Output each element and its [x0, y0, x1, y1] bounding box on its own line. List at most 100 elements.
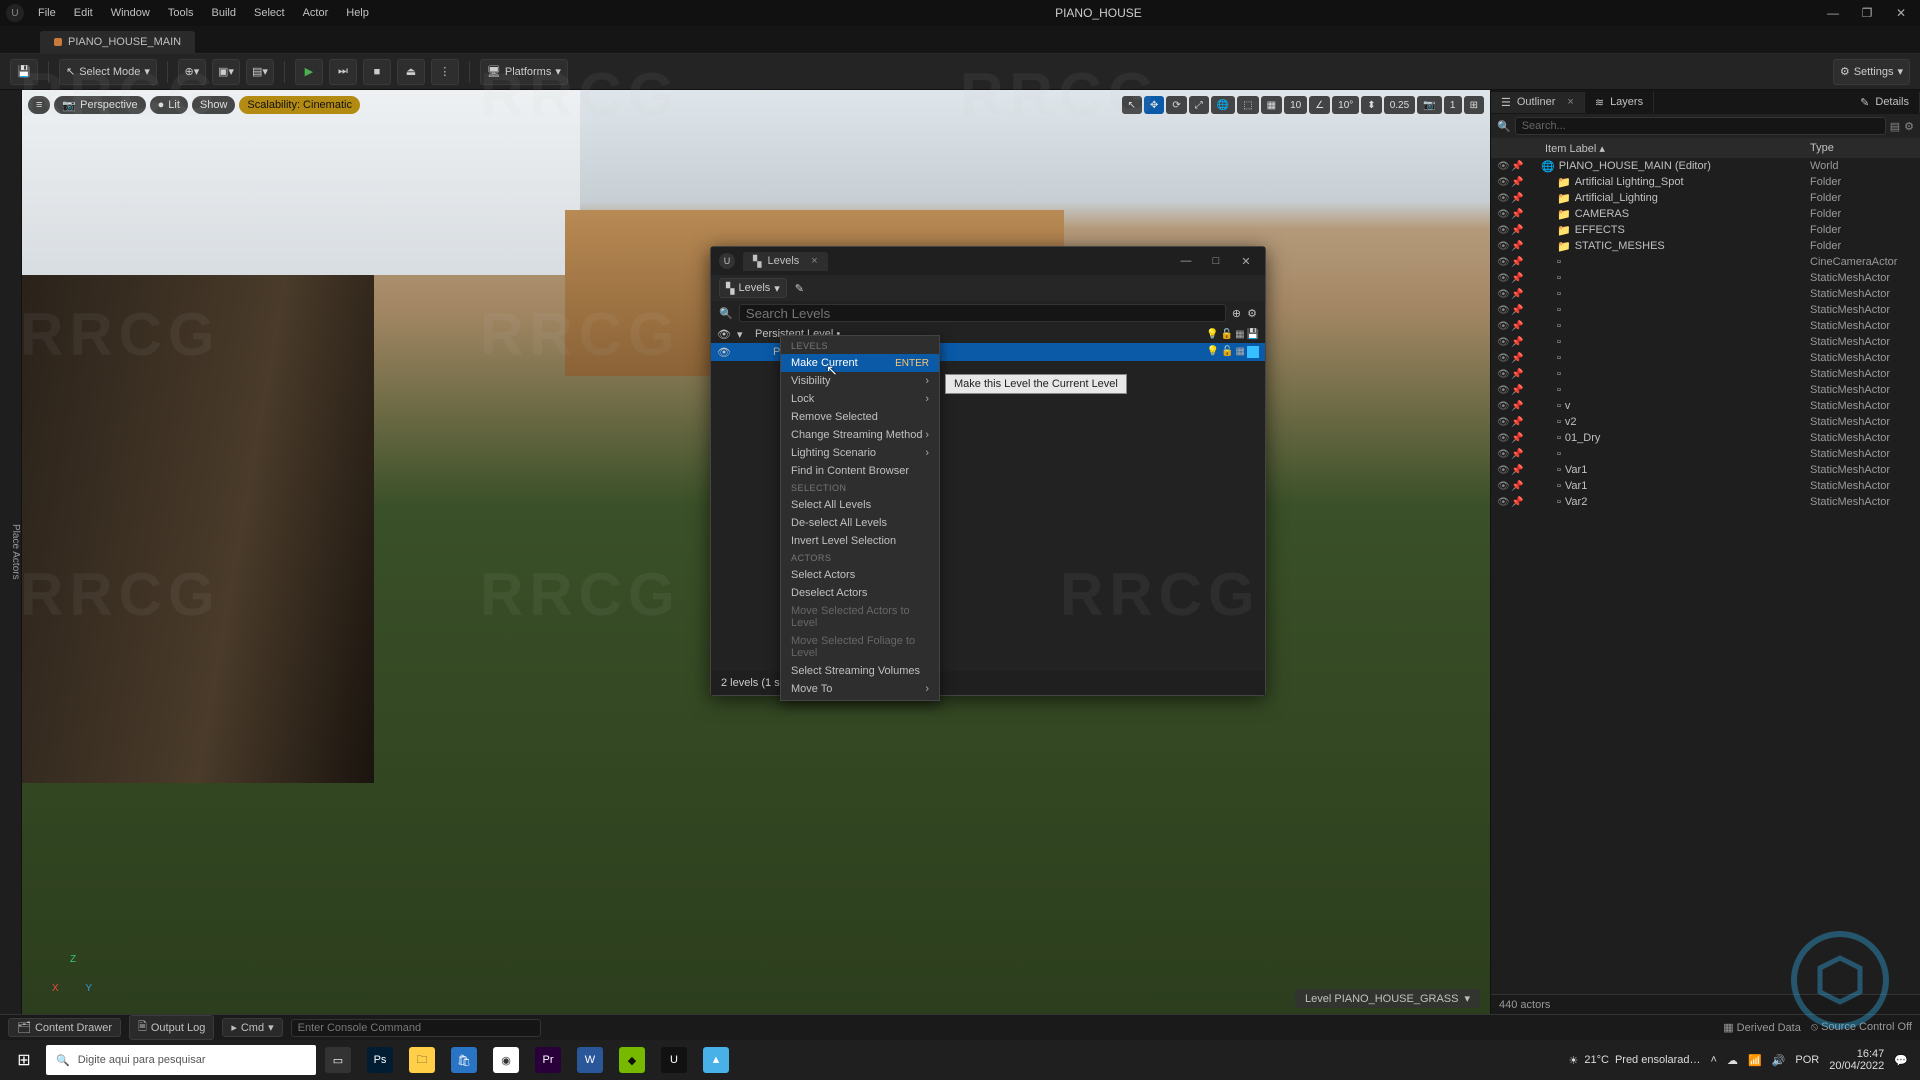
tab-layers[interactable]: ≋Layers	[1585, 92, 1654, 113]
menu-actor[interactable]: Actor	[295, 3, 337, 23]
filter-icon[interactable]: ▤	[1890, 120, 1900, 133]
pin-icon[interactable]: 📌	[1511, 161, 1525, 172]
visibility-icon[interactable]: 👁	[1497, 497, 1511, 508]
viewport-maximize-button[interactable]: ⊞	[1464, 96, 1484, 114]
pin-icon[interactable]: 📌	[1511, 273, 1525, 284]
menu-edit[interactable]: Edit	[66, 3, 101, 23]
pin-icon[interactable]: 📌	[1511, 401, 1525, 412]
sequencer-button[interactable]: ▤▾	[246, 59, 274, 85]
ctx-remove-selected[interactable]: Remove Selected	[781, 408, 939, 426]
pin-icon[interactable]: 📌	[1511, 433, 1525, 444]
outliner-row[interactable]: 👁📌🌐PIANO_HOUSE_MAIN (Editor)World	[1491, 158, 1920, 174]
viewport-scalability-chip[interactable]: Scalability: Cinematic	[239, 96, 360, 114]
camera-speed-button[interactable]: 📷	[1417, 96, 1441, 114]
taskbar-app-nvidia[interactable]: ◆	[612, 1040, 652, 1080]
visibility-icon[interactable]: 👁	[1497, 177, 1511, 188]
place-actors-tab[interactable]: Place Actors	[0, 90, 22, 1014]
outliner-row[interactable]: 👁📌📁Artificial Lighting_SpotFolder	[1491, 174, 1920, 190]
play-options-button[interactable]: ⋮	[431, 59, 459, 85]
console-command-input[interactable]: Enter Console Command	[291, 1019, 541, 1037]
visibility-icon[interactable]: 👁	[1497, 161, 1511, 172]
outliner-row[interactable]: 👁📌▫StaticMeshActor	[1491, 286, 1920, 302]
eject-button[interactable]: ⏏	[397, 59, 425, 85]
ctx-make-current[interactable]: Make CurrentENTER	[781, 354, 939, 372]
menu-build[interactable]: Build	[204, 3, 244, 23]
visibility-icon[interactable]: 👁	[1497, 481, 1511, 492]
visibility-icon[interactable]: 👁	[717, 328, 731, 341]
pin-icon[interactable]: 📌	[1511, 449, 1525, 460]
outliner-search-input[interactable]: Search...	[1515, 117, 1886, 135]
outliner-row[interactable]: 👁📌▫Var1StaticMeshActor	[1491, 462, 1920, 478]
visibility-icon[interactable]: 👁	[1497, 449, 1511, 460]
ctx-select-all-levels[interactable]: Select All Levels	[781, 496, 939, 514]
grid-icon[interactable]: ▦	[1235, 329, 1244, 340]
viewport-menu-button[interactable]: ≡	[28, 96, 50, 114]
visibility-icon[interactable]: 👁	[1497, 465, 1511, 476]
visibility-icon[interactable]: 👁	[1497, 385, 1511, 396]
outliner-row[interactable]: 👁📌📁EFFECTSFolder	[1491, 222, 1920, 238]
visibility-icon[interactable]: 👁	[1497, 417, 1511, 428]
outliner-row[interactable]: 👁📌▫Var1StaticMeshActor	[1491, 478, 1920, 494]
outliner-row[interactable]: 👁📌▫StaticMeshActor	[1491, 350, 1920, 366]
visibility-icon[interactable]: 👁	[1497, 289, 1511, 300]
visibility-icon[interactable]: 👁	[1497, 257, 1511, 268]
taskbar-app-photoshop[interactable]: Ps	[360, 1040, 400, 1080]
tray-chevron-icon[interactable]: ˄	[1711, 1054, 1717, 1066]
menu-select[interactable]: Select	[246, 3, 293, 23]
bulb-icon[interactable]: 💡	[1206, 329, 1218, 340]
add-content-button[interactable]: ⊕▾	[178, 59, 206, 85]
visibility-icon[interactable]: 👁	[1497, 321, 1511, 332]
tray-wifi-icon[interactable]: 📶	[1748, 1054, 1762, 1067]
close-icon[interactable]: ×	[1567, 96, 1573, 108]
edit-icon[interactable]: ✎	[795, 282, 804, 295]
scale-snap-button[interactable]: ⬍	[1361, 96, 1381, 114]
taskbar-app-explorer[interactable]: 🗀	[402, 1040, 442, 1080]
gear-icon[interactable]: ⚙	[1247, 307, 1257, 320]
visibility-icon[interactable]: 👁	[1497, 433, 1511, 444]
pin-icon[interactable]: 📌	[1511, 305, 1525, 316]
bulb-icon[interactable]: 💡	[1207, 346, 1219, 358]
transform-scale-button[interactable]: ⤢	[1189, 96, 1209, 114]
viewport-perspective-button[interactable]: 📷Perspective	[54, 96, 145, 114]
color-swatch[interactable]	[1247, 346, 1259, 358]
platforms-button[interactable]: 🖥 Platforms ▾	[480, 59, 568, 85]
window-minimize-icon[interactable]: —	[1820, 4, 1846, 22]
visibility-icon[interactable]: 👁	[1497, 337, 1511, 348]
ctx-move-to[interactable]: Move To	[781, 680, 939, 698]
gear-icon[interactable]: ⚙	[1904, 120, 1914, 133]
taskbar-app-chrome[interactable]: ◉	[486, 1040, 526, 1080]
ctx-visibility[interactable]: Visibility	[781, 372, 939, 390]
ctx-lighting-scenario[interactable]: Lighting Scenario	[781, 444, 939, 462]
visibility-icon[interactable]: 👁	[1497, 305, 1511, 316]
expand-icon[interactable]: ▾	[737, 328, 749, 341]
outliner-row[interactable]: 👁📌📁Artificial_LightingFolder	[1491, 190, 1920, 206]
angle-snap-value[interactable]: 10°	[1332, 96, 1359, 114]
ctx-change-streaming[interactable]: Change Streaming Method	[781, 426, 939, 444]
outliner-tree[interactable]: 👁📌🌐PIANO_HOUSE_MAIN (Editor)World👁📌📁Arti…	[1491, 158, 1920, 994]
grid-icon[interactable]: ▦	[1236, 346, 1245, 358]
taskbar-app-premiere[interactable]: Pr	[528, 1040, 568, 1080]
outliner-row[interactable]: 👁📌▫StaticMeshActor	[1491, 318, 1920, 334]
tab-details[interactable]: ✎Details	[1850, 92, 1920, 113]
transform-select-button[interactable]: ↖	[1122, 96, 1142, 114]
tray-language-icon[interactable]: POR	[1795, 1054, 1819, 1066]
content-drawer-button[interactable]: 🗂Content Drawer	[8, 1018, 121, 1037]
window-maximize-icon[interactable]: □	[1205, 255, 1227, 267]
document-tab-main[interactable]: PIANO_HOUSE_MAIN	[40, 31, 195, 53]
settings-button[interactable]: ⚙ Settings ▾	[1833, 59, 1910, 85]
ctx-select-actors[interactable]: Select Actors	[781, 566, 939, 584]
visibility-icon[interactable]: 👁	[1497, 225, 1511, 236]
lock-icon[interactable]: 🔓	[1221, 329, 1233, 340]
transform-rotate-button[interactable]: ⟳	[1166, 96, 1186, 114]
save-icon[interactable]: 💾	[1247, 329, 1259, 340]
viewport-level-label[interactable]: Level PIANO_HOUSE_GRASS ▾	[1295, 989, 1480, 1008]
outliner-row[interactable]: 👁📌📁CAMERASFolder	[1491, 206, 1920, 222]
tray-notifications-icon[interactable]: 💬	[1894, 1054, 1908, 1067]
lock-icon[interactable]: 🔓	[1221, 346, 1233, 358]
pin-icon[interactable]: 📌	[1511, 465, 1525, 476]
outliner-row[interactable]: 👁📌▫CineCameraActor	[1491, 254, 1920, 270]
grid-snap-button[interactable]: ▦	[1261, 96, 1282, 114]
tab-outliner[interactable]: ☰Outliner×	[1491, 92, 1585, 113]
grid-snap-value[interactable]: 10	[1284, 96, 1307, 114]
visibility-icon[interactable]: 👁	[1497, 193, 1511, 204]
